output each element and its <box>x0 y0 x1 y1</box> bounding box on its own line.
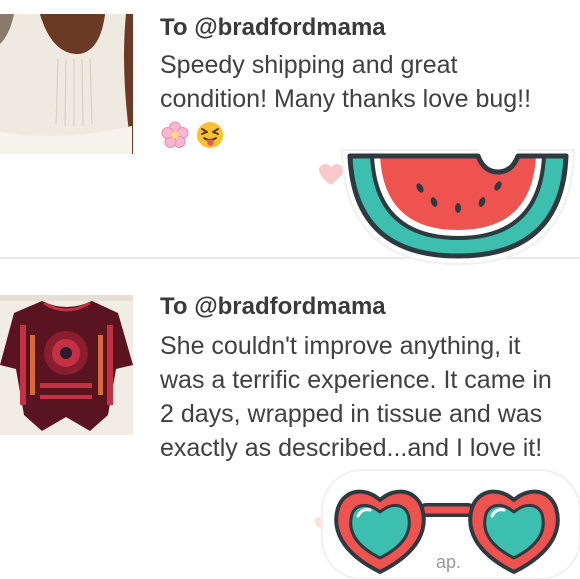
tongue-squint-face-icon <box>197 122 224 148</box>
heart-sunglasses-icon: ap. <box>321 469 580 579</box>
item-thumbnail[interactable] <box>0 14 133 154</box>
partial-text: ap. <box>436 552 461 572</box>
cherry-blossom-icon <box>161 121 189 148</box>
item-thumbnail[interactable] <box>0 295 133 435</box>
review-text: She couldn't improve anything, it was a … <box>160 332 552 462</box>
watermelon-slice-icon <box>340 134 576 266</box>
review-text: Speedy shipping and great condition! Man… <box>160 51 532 113</box>
emoji-row <box>161 120 227 150</box>
review-recipient[interactable]: To @bradfordmama <box>160 14 386 42</box>
review-recipient[interactable]: To @bradfordmama <box>160 293 386 321</box>
